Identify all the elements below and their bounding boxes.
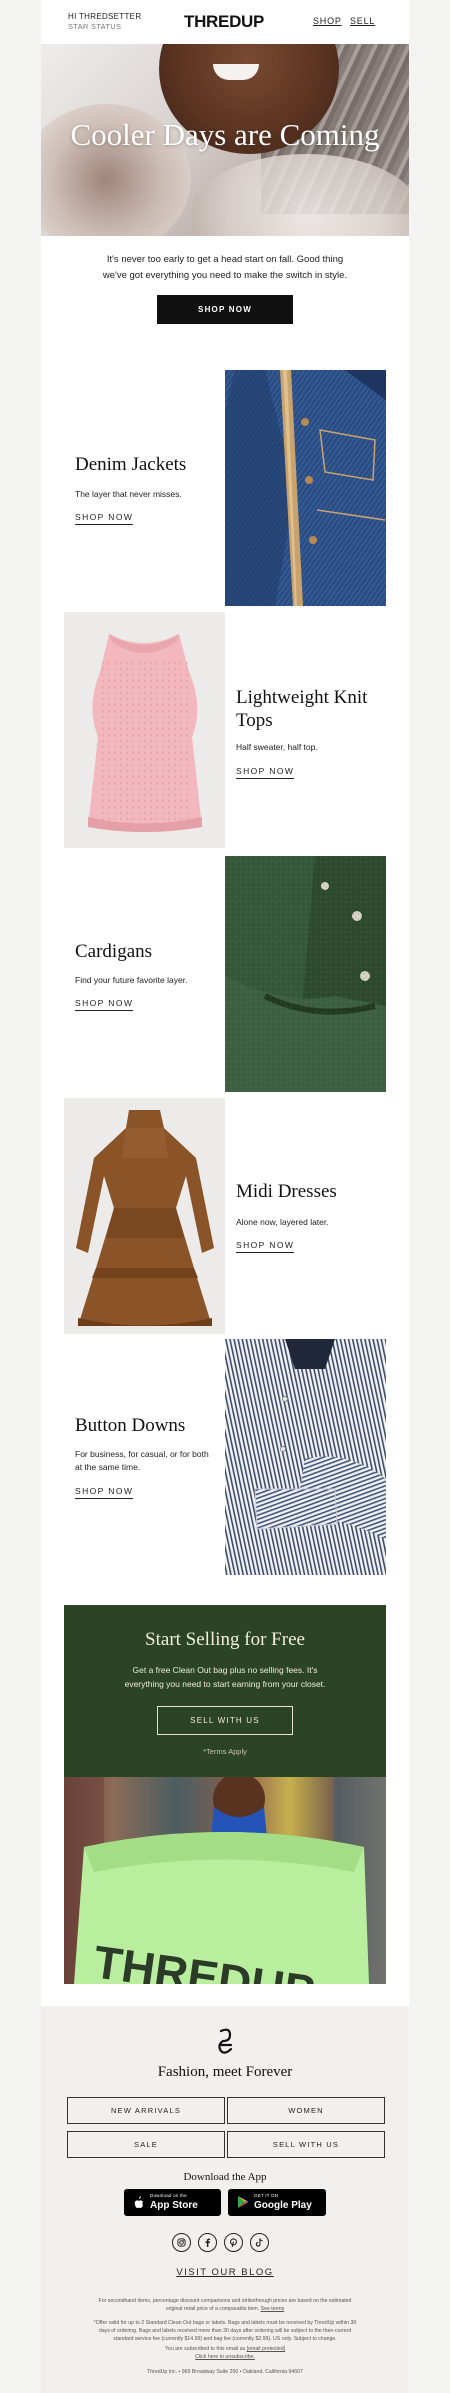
thredup-mark-icon bbox=[218, 2028, 233, 2054]
footer-new-arrivals-button[interactable]: NEW ARRIVALS bbox=[67, 2097, 225, 2124]
facebook-icon[interactable] bbox=[198, 2233, 217, 2252]
apple-icon bbox=[134, 2196, 143, 2208]
terms-apply-text[interactable]: *Terms Apply bbox=[64, 1747, 386, 1756]
greeting-text: HI THREDSETTER bbox=[68, 12, 142, 21]
hero-image[interactable]: Cooler Days are Coming bbox=[41, 44, 409, 236]
selling-body: Get a free Clean Out bag plus no selling… bbox=[124, 1665, 326, 1689]
status-text: STAR STATUS bbox=[68, 22, 122, 31]
cardigan-image[interactable] bbox=[225, 856, 386, 1092]
see-terms-link[interactable]: See terms bbox=[261, 2306, 285, 2312]
section-cardigans: Cardigans Find your future favorite laye… bbox=[64, 856, 386, 1092]
section-desc: For business, for casual, or for both at… bbox=[75, 1449, 209, 1472]
section-desc: Find your future favorite layer. bbox=[75, 975, 188, 985]
google-play-badge[interactable]: GET IT ON Google Play bbox=[228, 2189, 326, 2216]
intro-text: It's never too early to get a head start… bbox=[102, 254, 348, 281]
section-knit-tops: Lightweight Knit Tops Half sweater, half… bbox=[64, 612, 386, 848]
section-title: Button Downs bbox=[75, 1415, 186, 1436]
section-desc: The layer that never misses. bbox=[75, 489, 182, 499]
section-midi-dresses: Midi Dresses Alone now, layered later. S… bbox=[64, 1098, 386, 1334]
subscription-text: You are subscribed to this email as [ema… bbox=[164, 2346, 286, 2352]
app-store-badge[interactable]: Download on the App Store bbox=[124, 2189, 221, 2216]
tiktok-icon[interactable] bbox=[250, 2233, 269, 2252]
legal-pricing-text: For secondhand items, percentage discoun… bbox=[98, 2298, 352, 2312]
email-container: HI THREDSETTER STAR STATUS THREDUP SHOP … bbox=[41, 0, 409, 2393]
section-title: Denim Jackets bbox=[75, 454, 187, 475]
footer-women-button[interactable]: WOMEN bbox=[227, 2097, 385, 2124]
shop-now-link[interactable]: SHOP NOW bbox=[75, 1486, 134, 1499]
section-desc: Alone now, layered later. bbox=[236, 1217, 329, 1227]
pinterest-icon[interactable] bbox=[224, 2233, 243, 2252]
knit-top-image[interactable] bbox=[64, 612, 225, 848]
nav-sell-link[interactable]: SELL bbox=[350, 16, 375, 26]
section-title: Lightweight Knit Tops bbox=[236, 687, 368, 731]
shop-now-link[interactable]: SHOP NOW bbox=[75, 998, 134, 1011]
section-denim-jackets: Denim Jackets The layer that never misse… bbox=[64, 370, 386, 606]
selling-promo: Start Selling for Free Get a free Clean … bbox=[64, 1605, 386, 1777]
instagram-icon[interactable] bbox=[172, 2233, 191, 2252]
footer-sell-with-us-button[interactable]: SELL WITH US bbox=[227, 2131, 385, 2158]
section-button-downs: Button Downs For business, for casual, o… bbox=[64, 1339, 386, 1575]
section-title: Midi Dresses bbox=[236, 1181, 337, 1202]
legal-offer-text: *Offer valid for up to 2 Standard Clean … bbox=[93, 2320, 357, 2342]
button-down-image[interactable] bbox=[225, 1339, 386, 1575]
visit-blog-link[interactable]: VISIT OUR BLOG bbox=[41, 2267, 409, 2278]
unsubscribe-link[interactable]: Click here to unsubscribe. bbox=[195, 2354, 255, 2360]
email-header: HI THREDSETTER STAR STATUS THREDUP SHOP … bbox=[41, 0, 409, 44]
nav-shop-link[interactable]: SHOP bbox=[313, 16, 342, 26]
shop-now-link[interactable]: SHOP NOW bbox=[75, 512, 134, 525]
email-footer: Fashion, meet Forever NEW ARRIVALS WOMEN… bbox=[41, 2006, 409, 2393]
company-address: ThredUp Inc. • 969 Broadway Suite 200 • … bbox=[147, 2369, 303, 2375]
shop-now-link[interactable]: SHOP NOW bbox=[236, 766, 295, 779]
footer-sale-button[interactable]: SALE bbox=[67, 2131, 225, 2158]
denim-jacket-image[interactable] bbox=[225, 370, 386, 606]
hero-shop-now-button[interactable]: SHOP NOW bbox=[157, 295, 293, 324]
footer-tagline: Fashion, meet Forever bbox=[157, 2064, 293, 2080]
hero-title: Cooler Days are Coming bbox=[70, 117, 380, 152]
google-play-icon bbox=[238, 2196, 249, 2208]
section-title: Cardigans bbox=[75, 941, 153, 962]
thredup-logo[interactable]: THREDUP bbox=[184, 12, 264, 32]
shop-now-link[interactable]: SHOP NOW bbox=[236, 1240, 295, 1253]
midi-dress-image[interactable] bbox=[64, 1098, 225, 1334]
sell-with-us-button[interactable]: SELL WITH US bbox=[157, 1706, 293, 1735]
download-app-heading: Download the App bbox=[183, 2171, 267, 2183]
section-desc: Half sweater, half top. bbox=[236, 742, 318, 752]
clean-out-bag-image[interactable]: THREDUP bbox=[64, 1777, 386, 1984]
selling-title: Start Selling for Free bbox=[145, 1629, 305, 1650]
subscriber-email[interactable]: [email protected] bbox=[247, 2346, 285, 2352]
